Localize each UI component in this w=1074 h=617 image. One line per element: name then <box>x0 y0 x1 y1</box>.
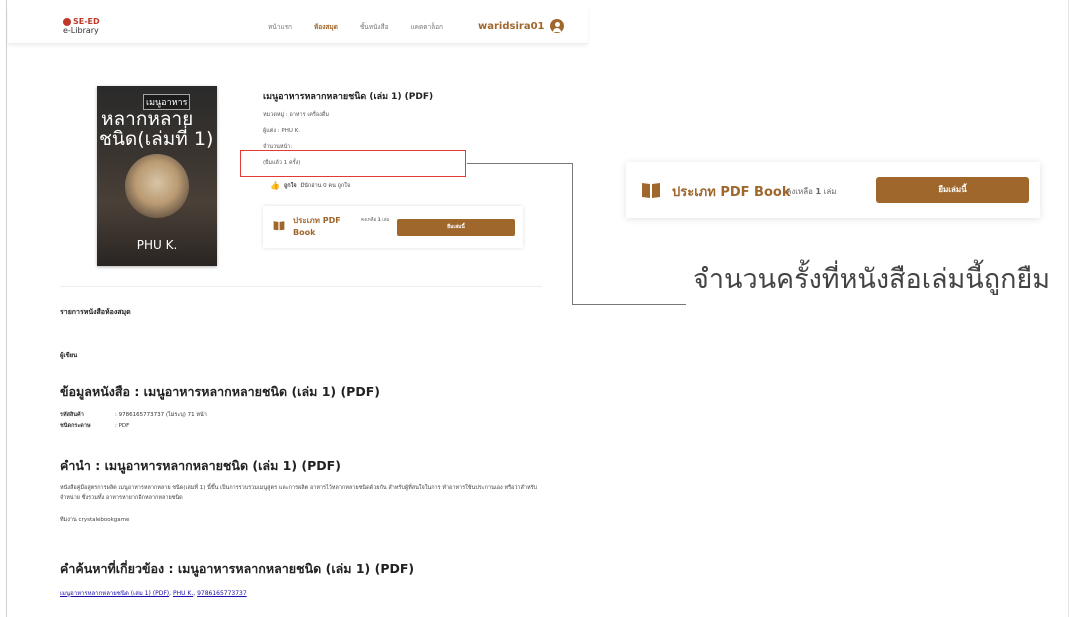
user-menu[interactable]: waridsira01 <box>478 19 565 33</box>
main-nav: หน้าแรก ห้องสมุด ชั้นหนังสือ แคตตาล็อก <box>268 22 443 32</box>
logo-subtitle: e-Library <box>63 26 99 35</box>
borrow-card: ประเภท PDF Book คงเหลือ 1 เล่ม ยืมเล่มนี… <box>263 206 523 248</box>
author-heading: ผู้เขียน <box>60 352 78 359</box>
borrow-count-highlight <box>240 150 466 177</box>
frame-border-left <box>6 0 7 617</box>
sku-row: รหัสสินค้า : 9786165773737 (ไม่ระบุ) 71 ห… <box>60 411 207 419</box>
library-list-heading: รายการหนังสือห้องสมุด <box>60 308 131 316</box>
related-link-title[interactable]: เมนูอาหารหลากหลายชนิด (เล่ม 1) (PDF) <box>60 590 169 597</box>
intro-heading: คำนำ : เมนูอาหารหลากหลายชนิด (เล่ม 1) (P… <box>60 458 341 473</box>
book-category: หมวดหมู่ : อาหาร เครื่องดื่ม <box>263 112 330 118</box>
paper-row: ชนิดกระดาษ : PDF <box>60 422 129 430</box>
book-cover: เมนูอาหาร หลากหลาย ชนิด(เล่มที่ 1) PHU K… <box>97 86 217 266</box>
callout-book-type: ประเภท PDF Book <box>672 185 791 200</box>
remaining-count: 1 <box>377 218 381 223</box>
callout-remaining: คงเหลือ 1 เล่ม <box>786 185 837 198</box>
borrow-button[interactable]: ยืมเล่มนี้ <box>397 219 515 236</box>
thumbs-up-icon[interactable]: 👍 <box>270 181 280 190</box>
intro-text: หนังสือคู่มือสูตรการผลิต เมนูอาหารหลากหล… <box>60 485 538 501</box>
cover-title-line2: ชนิด(เล่มที่ 1) <box>99 128 214 150</box>
annotation-text: จำนวนครั้งที่หนังสือเล่มนี้ถูกยืม <box>693 264 1051 295</box>
remaining-prefix: คงเหลือ <box>361 218 377 223</box>
connector-line-top <box>467 163 573 164</box>
nav-home[interactable]: หน้าแรก <box>268 22 292 32</box>
like-button-label[interactable]: ถูกใจ <box>284 182 297 190</box>
nav-bookshelf[interactable]: ชั้นหนังสือ <box>360 22 389 32</box>
logo-brand: SE-ED <box>73 17 100 26</box>
open-book-icon <box>273 221 285 231</box>
section-divider <box>60 286 542 287</box>
logo-mark-icon <box>63 17 71 26</box>
cover-author: PHU K. <box>136 238 178 252</box>
related-heading: คำค้นหาที่เกี่ยวข้อง : เมนูอาหารหลากหลาย… <box>60 561 415 576</box>
callout-borrow-button[interactable]: ยืมเล่มนี้ <box>876 177 1029 203</box>
site-header: SE-ED e-Library หน้าแรก ห้องสมุด ชั้นหนั… <box>8 8 588 44</box>
book-info-heading: ข้อมูลหนังสือ : เมนูอาหารหลากหลายชนิด (เ… <box>60 384 380 399</box>
book-author: ผู้แต่ง : PHU K. <box>263 128 300 134</box>
sku-value: : 9786165773737 (ไม่ระบุ) 71 หน้า <box>115 412 207 418</box>
book-type: ประเภท PDF Book <box>293 216 341 237</box>
related-link-isbn[interactable]: 9786165773737 <box>197 590 247 597</box>
remaining-unit: เล่ม <box>382 218 390 223</box>
related-link-author[interactable]: PHU K. <box>173 590 193 597</box>
nav-library[interactable]: ห้องสมุด <box>314 22 338 32</box>
username: waridsira01 <box>478 20 545 32</box>
remaining-copies: คงเหลือ 1 เล่ม <box>361 217 395 224</box>
connector-line-bottom <box>572 304 686 305</box>
paper-value: : PDF <box>115 423 130 429</box>
cover-food-image <box>125 154 189 218</box>
open-book-icon <box>642 183 660 198</box>
like-row: 👍 ถูกใจ มีนักอ่าน 0 คน ถูกใจ <box>270 181 350 190</box>
nav-catalog[interactable]: แคตตาล็อก <box>410 22 442 32</box>
sku-label: รหัสสินค้า <box>60 412 84 418</box>
book-title: เมนูอาหารหลากหลายชนิด (เล่ม 1) (PDF) <box>263 92 434 102</box>
user-avatar-icon[interactable] <box>550 19 565 33</box>
callout-borrow-card: ประเภท PDF Book คงเหลือ 1 เล่ม ยืมเล่มนี… <box>626 162 1040 218</box>
callout-remaining-count: 1 <box>815 187 822 196</box>
related-links: เมนูอาหารหลากหลายชนิด (เล่ม 1) (PDF), PH… <box>60 590 247 597</box>
paper-label: ชนิดกระดาษ <box>60 423 91 429</box>
intro-signature: ทีมงาน crystalebookgame <box>60 517 130 523</box>
site-logo[interactable]: SE-ED e-Library <box>63 17 123 35</box>
frame-border-right <box>1068 0 1069 617</box>
callout-remaining-unit: เล่ม <box>823 187 837 196</box>
connector-line-vertical <box>572 163 573 305</box>
like-count: มีนักอ่าน 0 คน ถูกใจ <box>300 182 351 189</box>
callout-remaining-prefix: คงเหลือ <box>786 187 813 196</box>
